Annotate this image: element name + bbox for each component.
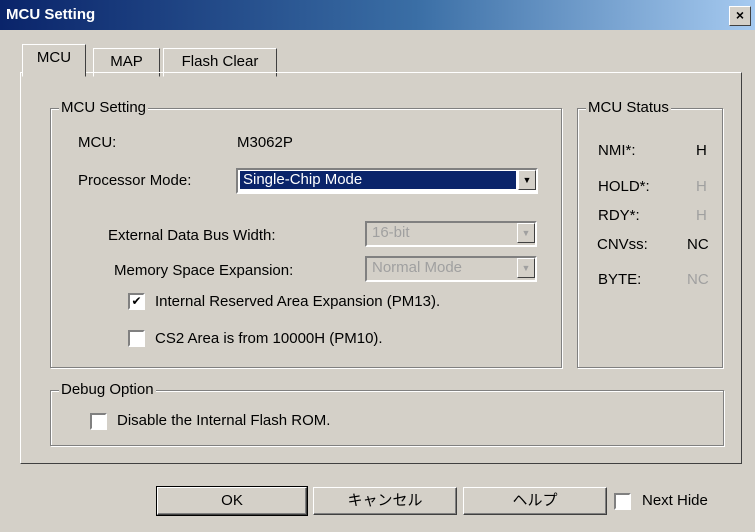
- ext-bus-width-select: 16-bit ▼: [365, 221, 537, 247]
- disable-flash-checkbox[interactable]: [90, 413, 107, 430]
- cs2-area-checkbox[interactable]: [128, 330, 145, 347]
- status-label-nmi: NMI*:: [598, 142, 636, 159]
- close-button[interactable]: ×: [729, 6, 751, 26]
- reserved-area-label[interactable]: Internal Reserved Area Expansion (PM13).: [155, 293, 440, 310]
- tab-flash-clear-label: Flash Clear: [181, 53, 259, 70]
- memory-expansion-select: Normal Mode ▼: [365, 256, 537, 282]
- status-value-nmi: H: [696, 142, 707, 159]
- cancel-button[interactable]: キャンセル: [313, 487, 457, 515]
- chevron-down-icon: ▼: [517, 223, 535, 243]
- check-mark-icon: ✔: [131, 294, 142, 308]
- mcu-label: MCU:: [78, 134, 117, 151]
- status-label-rdy: RDY*:: [598, 207, 640, 224]
- processor-mode-select[interactable]: Single-Chip Mode ▼: [236, 168, 538, 194]
- mcu-value: M3062P: [237, 134, 293, 151]
- next-hide-label[interactable]: Next Hide: [642, 492, 708, 509]
- status-value-cnvss: NC: [687, 236, 709, 253]
- ok-button[interactable]: OK: [156, 486, 308, 516]
- debug-option-group-title: Debug Option: [59, 381, 156, 398]
- next-hide-checkbox[interactable]: [614, 493, 631, 510]
- reserved-area-checkbox[interactable]: ✔: [128, 293, 145, 310]
- help-button-label: ヘルプ: [512, 492, 558, 509]
- status-label-hold: HOLD*:: [598, 178, 650, 195]
- memory-expansion-value: Normal Mode: [372, 259, 463, 276]
- cancel-button-label: キャンセル: [347, 492, 423, 509]
- status-value-hold: H: [696, 178, 707, 195]
- chevron-down-icon: ▼: [517, 258, 535, 278]
- status-label-cnvss: CNVss:: [597, 236, 648, 253]
- processor-mode-label: Processor Mode:: [78, 172, 192, 189]
- mcu-status-group-title: MCU Status: [586, 99, 671, 116]
- tab-map-label: MAP: [110, 53, 143, 70]
- ext-bus-width-label: External Data Bus Width:: [108, 227, 276, 244]
- help-button[interactable]: ヘルプ: [463, 487, 607, 515]
- window-title: MCU Setting: [6, 6, 96, 23]
- status-value-rdy: H: [696, 207, 707, 224]
- status-value-byte: NC: [687, 271, 709, 288]
- chevron-down-icon[interactable]: ▼: [518, 170, 536, 190]
- memory-expansion-label: Memory Space Expansion:: [114, 262, 294, 279]
- ok-button-label: OK: [221, 492, 243, 509]
- cs2-area-label[interactable]: CS2 Area is from 10000H (PM10).: [155, 330, 383, 347]
- title-bar: MCU Setting ×: [0, 0, 755, 30]
- mcu-setting-group-title: MCU Setting: [59, 99, 149, 116]
- ext-bus-width-value: 16-bit: [372, 224, 410, 241]
- tab-mcu[interactable]: MCU: [22, 44, 86, 77]
- tab-mcu-label: MCU: [36, 49, 72, 66]
- status-label-byte: BYTE:: [598, 271, 642, 288]
- processor-mode-value: Single-Chip Mode: [240, 171, 516, 189]
- close-icon: ×: [735, 7, 745, 23]
- disable-flash-label[interactable]: Disable the Internal Flash ROM.: [117, 412, 330, 429]
